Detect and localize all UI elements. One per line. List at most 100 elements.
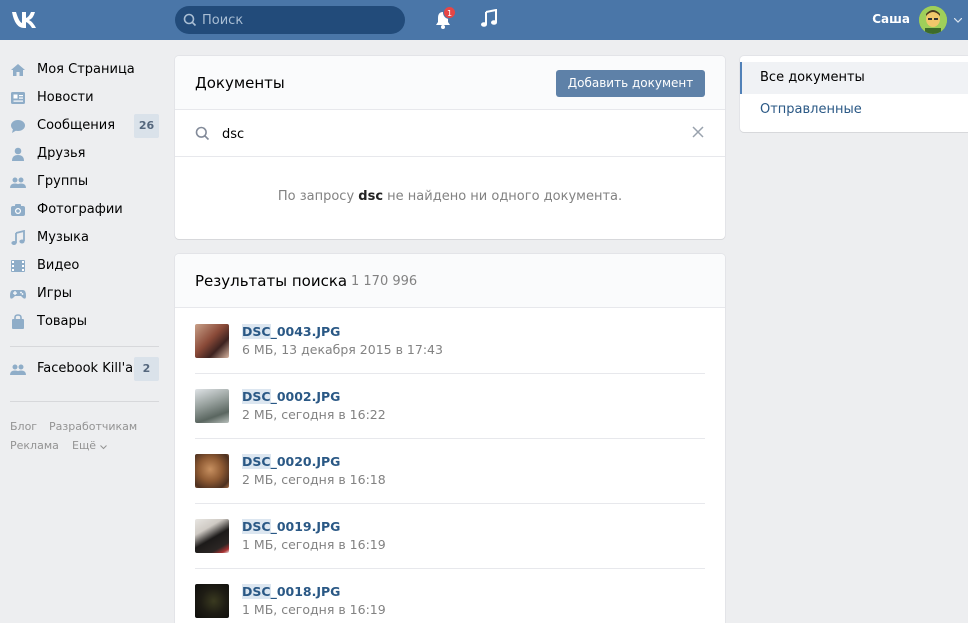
gamepad-icon [10,290,26,299]
empty-message-suffix: не найдено ни одного документа. [383,189,623,204]
messages-counter: 26 [134,114,159,138]
list-item[interactable]: DSC_0020.JPG 2 МБ, сегодня в 16:18 [195,439,705,504]
documents-header: Документы Добавить документ [175,56,725,110]
app-counter: 2 [134,357,159,381]
vk-logo[interactable] [10,9,44,31]
document-thumbnail[interactable] [195,454,229,488]
footer-link-more[interactable]: Ещё [72,439,96,452]
document-meta: 2 МБ, сегодня в 16:22 [242,407,386,422]
sidebar-item-friends[interactable]: Друзья [0,140,165,168]
sidebar-item-goods[interactable]: Товары [0,308,165,336]
document-meta: 2 МБ, сегодня в 16:18 [242,472,386,487]
results-title: Результаты поиска [195,272,348,290]
search-icon [195,126,210,141]
add-document-button[interactable]: Добавить документ [556,70,705,97]
filter-all-documents[interactable]: Все документы [740,62,968,94]
document-name[interactable]: DSC_0018.JPG [242,584,340,599]
global-search-input[interactable] [202,6,397,34]
avatar[interactable] [919,6,947,34]
top-bar: 1 Саша [0,0,968,40]
footer-link-ads[interactable]: Реклама [10,439,59,452]
bag-icon [12,314,24,329]
music-icon [11,230,25,245]
user-name[interactable]: Саша [850,12,910,26]
search-icon [183,13,197,27]
video-icon [11,260,25,272]
list-item[interactable]: DSC_0018.JPG 1 МБ, сегодня в 16:19 [195,569,705,623]
list-item[interactable]: DSC_0019.JPG 1 МБ, сегодня в 16:19 [195,504,705,569]
list-item[interactable]: DSC_0043.JPG 6 МБ, 13 декабря 2015 в 17:… [195,309,705,374]
document-thumbnail[interactable] [195,324,229,358]
groups-icon [10,364,26,375]
name-rest: _0019.JPG [270,519,341,534]
document-meta: 1 МБ, сегодня в 16:19 [242,602,386,617]
sidebar-item-label: Друзья [37,146,86,161]
home-icon [11,64,25,76]
groups-icon [10,177,26,188]
empty-result-message: По запросу dsc не найдено ни одного доку… [175,189,725,204]
sidebar-item-label: Фотографии [37,202,123,217]
sidebar-item-music[interactable]: Музыка [0,224,165,252]
sidebar-item-label: Новости [37,90,94,105]
sidebar-item-app[interactable]: Facebook Kill'a 2 [0,355,165,383]
document-name[interactable]: DSC_0020.JPG [242,454,340,469]
name-rest: _0020.JPG [270,454,341,469]
document-name[interactable]: DSC_0043.JPG [242,324,340,339]
messages-icon [11,120,25,133]
close-icon[interactable] [692,126,704,138]
search-results-panel: Результаты поиска 1 170 996 DSC_0043.JPG… [175,254,725,623]
name-highlight: DSC [242,454,271,469]
document-thumbnail[interactable] [195,584,229,618]
sidebar-item-news[interactable]: Новости [0,84,165,112]
nav-divider [10,401,159,402]
name-highlight: DSC [242,584,271,599]
document-thumbnail[interactable] [195,519,229,553]
music-note-icon[interactable] [479,9,499,29]
friends-icon [12,147,24,161]
documents-panel: Документы Добавить документ По запросу d… [175,56,725,239]
news-icon [11,92,25,104]
results-count: 1 170 996 [351,274,418,289]
document-meta: 1 МБ, сегодня в 16:19 [242,537,386,552]
chevron-down-icon[interactable] [954,18,962,23]
documents-filter-menu: Все документы Отправленные [740,56,968,132]
sidebar-item-label: Игры [37,286,73,301]
page-title: Документы [195,74,285,92]
sidebar-item-my-page[interactable]: Моя Страница [0,56,165,84]
sidebar-item-games[interactable]: Игры [0,280,165,308]
filter-sent[interactable]: Отправленные [740,94,968,126]
document-name[interactable]: DSC_0019.JPG [242,519,340,534]
empty-message-prefix: По запросу [277,189,359,204]
document-meta: 6 МБ, 13 декабря 2015 в 17:43 [242,342,443,357]
chevron-down-icon[interactable] [100,445,107,450]
camera-icon [11,204,25,216]
sidebar-item-label: Facebook Kill'a [37,361,134,376]
sidebar-item-label: Музыка [37,230,89,245]
footer-link-blog[interactable]: Блог [10,420,37,433]
name-highlight: DSC [242,389,271,404]
name-highlight: DSC [242,519,271,534]
document-name[interactable]: DSC_0002.JPG [242,389,340,404]
sidebar-item-groups[interactable]: Группы [0,168,165,196]
sidebar-item-label: Моя Страница [37,62,135,77]
name-highlight: DSC [242,324,271,339]
results-header: Результаты поиска 1 170 996 [175,254,725,308]
documents-search-input[interactable] [222,124,682,144]
sidebar-item-label: Видео [37,258,80,273]
empty-message-query: dsc [358,189,384,204]
document-thumbnail[interactable] [195,389,229,423]
name-rest: _0018.JPG [270,584,341,599]
documents-search[interactable] [175,111,725,157]
global-search[interactable] [175,6,405,34]
filter-label: Отправленные [760,102,862,117]
list-item[interactable]: DSC_0002.JPG 2 МБ, сегодня в 16:22 [195,374,705,439]
footer-link-developers[interactable]: Разработчикам [49,420,137,433]
sidebar-item-label: Группы [37,174,89,189]
sidebar-item-video[interactable]: Видео [0,252,165,280]
sidebar-item-messages[interactable]: Сообщения 26 [0,112,165,140]
sidebar-item-photos[interactable]: Фотографии [0,196,165,224]
sidebar-item-label: Сообщения [37,118,116,133]
filter-label: Все документы [760,70,865,85]
sidebar-item-label: Товары [37,314,88,329]
notification-badge: 1 [443,6,456,19]
